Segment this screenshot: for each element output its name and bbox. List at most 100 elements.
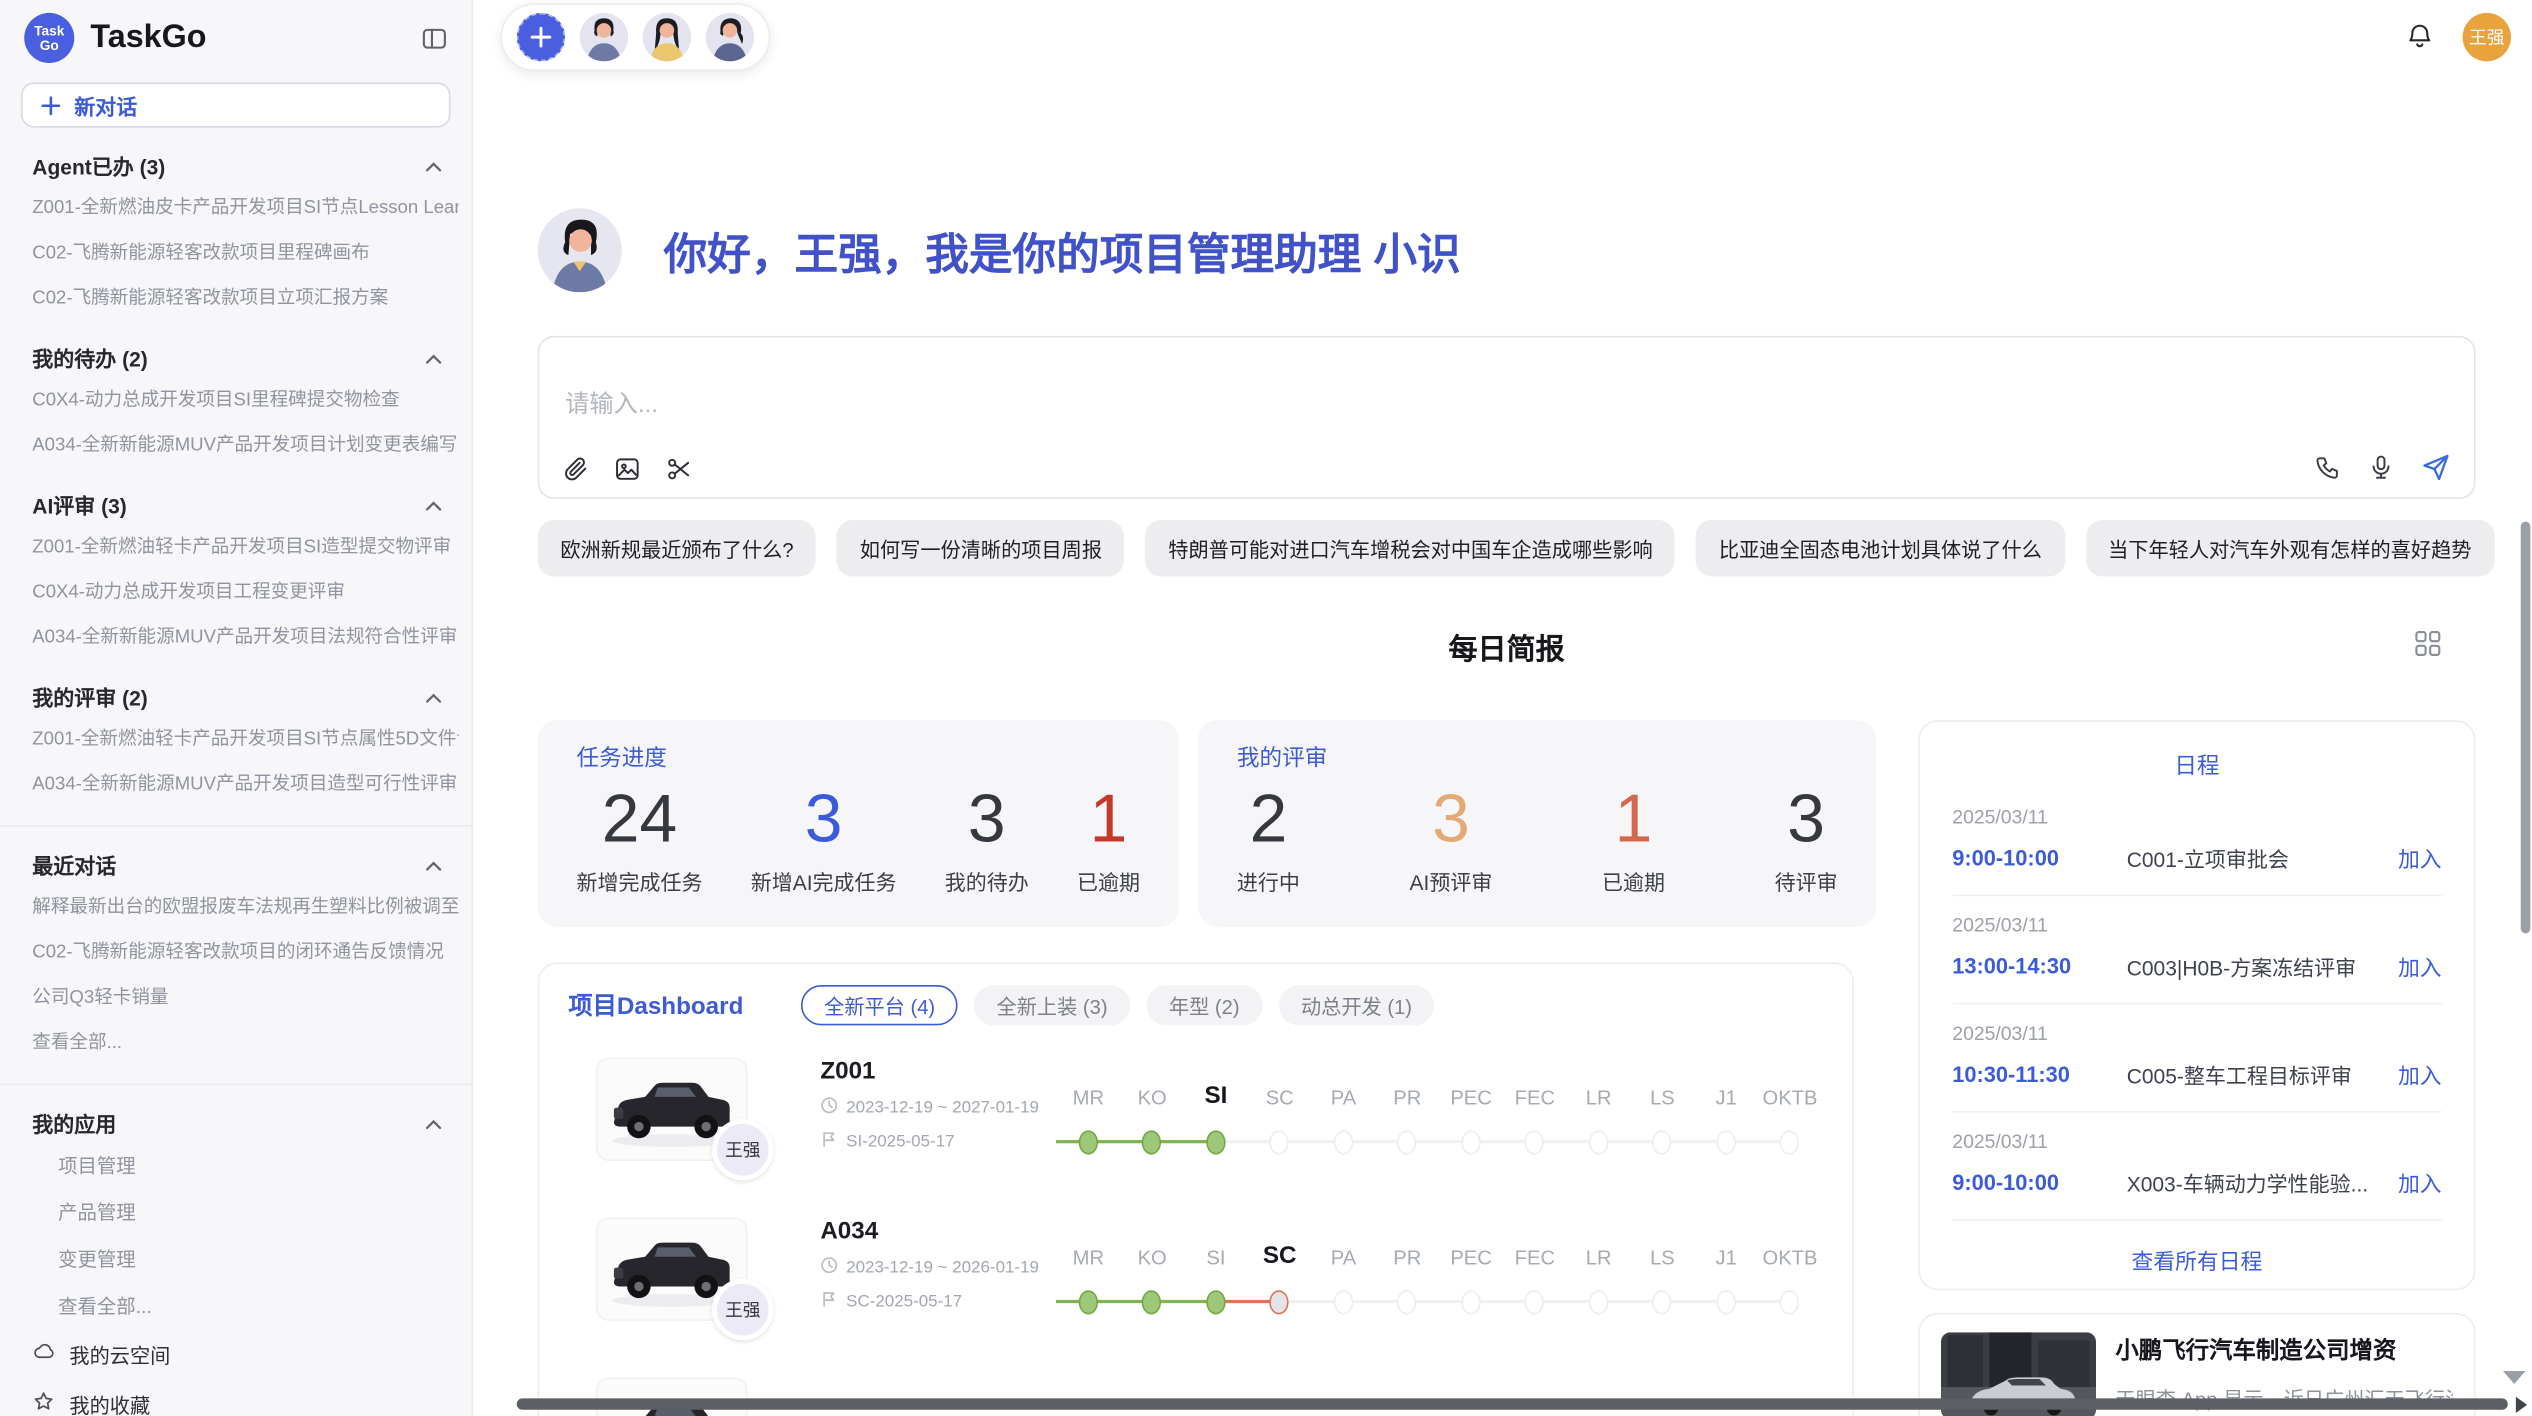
avatar[interactable] bbox=[580, 12, 628, 60]
view-all-schedule-link[interactable]: 查看所有日程 bbox=[1952, 1221, 2441, 1299]
milestone-dot bbox=[1270, 1130, 1289, 1154]
stat-value: 3 bbox=[1410, 780, 1493, 858]
stat-label: 已逾期 bbox=[1602, 866, 1665, 897]
event-row: 13:00-14:30C003|H0B-方案冻结评审加入 bbox=[1952, 950, 2441, 982]
suggestion-chip[interactable]: 欧洲新规最近颁布了什么? bbox=[538, 520, 816, 577]
stat-value: 1 bbox=[1602, 780, 1665, 858]
schedule-item[interactable]: 2025/03/1113:00-14:30C003|H0B-方案冻结评审加入 bbox=[1952, 896, 2441, 1004]
event-date: 2025/03/11 bbox=[1952, 1130, 2441, 1153]
join-link[interactable]: 加入 bbox=[2398, 841, 2442, 873]
sidebar-item[interactable]: 查看全部... bbox=[58, 1282, 458, 1329]
sidebar-item[interactable]: C02-飞腾新能源轻客改款项目里程碑画布 bbox=[32, 229, 458, 274]
stat-label: 已逾期 bbox=[1077, 866, 1140, 897]
sidebar-item[interactable]: 项目管理 bbox=[58, 1142, 458, 1189]
vertical-scrollbar[interactable] bbox=[2521, 522, 2531, 934]
scroll-right-arrow-icon[interactable] bbox=[2516, 1397, 2527, 1413]
dashboard-tab[interactable]: 全新平台 (4) bbox=[802, 985, 958, 1025]
stat-card: 任务进度24新增完成任务3新增AI完成任务3我的待办1已逾期 bbox=[538, 720, 1179, 927]
sidebar-item[interactable]: 产品管理 bbox=[58, 1188, 458, 1235]
stats-row: 任务进度24新增完成任务3新增AI完成任务3我的待办1已逾期我的评审2进行中3A… bbox=[538, 720, 1877, 927]
milestone-dot bbox=[1589, 1130, 1608, 1154]
section-header[interactable]: AI评审 (3) bbox=[32, 489, 442, 520]
flag-icon bbox=[820, 1130, 838, 1153]
input-toolbar-right bbox=[2314, 452, 2451, 483]
project-thumbnail: 王强 bbox=[596, 1218, 748, 1321]
milestone-dot bbox=[1270, 1290, 1289, 1314]
milestone-dot bbox=[1589, 1290, 1608, 1314]
project-dates: 2023-12-19 ~ 2027-01-19 bbox=[820, 1096, 1046, 1119]
scissors-icon[interactable] bbox=[665, 455, 692, 482]
dashboard-tab[interactable]: 年型 (2) bbox=[1146, 985, 1262, 1025]
stat-value: 1 bbox=[1077, 780, 1140, 858]
stat-label: 我的待办 bbox=[945, 866, 1029, 897]
new-chat-button[interactable]: 新对话 bbox=[21, 82, 451, 127]
horizontal-scrollbar[interactable] bbox=[517, 1398, 2508, 1409]
join-link[interactable]: 加入 bbox=[2398, 950, 2442, 982]
sidebar-item[interactable]: C02-飞腾新能源轻客改款项目立项汇报方案 bbox=[32, 275, 458, 320]
dashboard-tab[interactable]: 全新上装 (3) bbox=[974, 985, 1130, 1025]
schedule-item[interactable]: 2025/03/1110:30-11:30C005-整车工程目标评审加入 bbox=[1952, 1004, 2441, 1112]
section-header[interactable]: 我的应用 bbox=[32, 1108, 442, 1139]
send-icon[interactable] bbox=[2421, 452, 2452, 483]
milestone-dot bbox=[1716, 1290, 1735, 1314]
stat-item: 24新增完成任务 bbox=[576, 780, 702, 897]
add-member-button[interactable] bbox=[517, 12, 565, 60]
sidebar-item-label: 我的云空间 bbox=[69, 1339, 170, 1370]
sidebar-item-cloud[interactable]: 我的云空间 bbox=[32, 1329, 439, 1379]
sidebar-item[interactable]: Z001-全新燃油皮卡产品开发项目SI节点Lesson Learn报告 bbox=[32, 184, 458, 229]
sidebar-item[interactable]: A034-全新新能源MUV产品开发项目法规符合性评审 bbox=[32, 614, 458, 659]
sidebar-item[interactable]: C0X4-动力总成开发项目SI里程碑提交物检查 bbox=[32, 376, 458, 421]
sidebar-header: Task Go TaskGo bbox=[0, 0, 472, 63]
stat-grid: 24新增完成任务3新增AI完成任务3我的待办1已逾期 bbox=[576, 780, 1140, 897]
image-icon[interactable] bbox=[614, 455, 641, 482]
milestone-dot bbox=[1078, 1130, 1097, 1154]
scroll-down-arrow-icon[interactable] bbox=[2503, 1371, 2526, 1384]
sidebar-collapse-icon[interactable] bbox=[420, 23, 449, 52]
chat-input[interactable] bbox=[562, 383, 2451, 444]
event-time: 13:00-14:30 bbox=[1952, 954, 2126, 978]
date-range: 2023-12-19 ~ 2027-01-19 bbox=[846, 1098, 1039, 1117]
sidebar-item[interactable]: 公司Q3轻卡销量 bbox=[32, 974, 458, 1019]
section-header[interactable]: Agent已办 (3) bbox=[32, 150, 442, 181]
sidebar-item[interactable]: 查看全部... bbox=[32, 1019, 458, 1064]
sidebar-item[interactable]: Z001-全新燃油轻卡产品开发项目SI造型提交物评审 bbox=[32, 523, 458, 568]
milestone-label: LR bbox=[1566, 1247, 1631, 1270]
sidebar-item[interactable]: 变更管理 bbox=[58, 1235, 458, 1282]
suggestion-chip[interactable]: 如何写一份清晰的项目周报 bbox=[837, 520, 1124, 577]
grid-layout-icon[interactable] bbox=[2414, 630, 2441, 657]
milestone-dot bbox=[1142, 1130, 1161, 1154]
user-avatar[interactable]: 王强 bbox=[2463, 12, 2511, 60]
project-list: 王强Z0012023-12-19 ~ 2027-01-19SI-2025-05-… bbox=[568, 1058, 1836, 1416]
join-link[interactable]: 加入 bbox=[2398, 1058, 2442, 1090]
milestone-label: KO bbox=[1120, 1247, 1185, 1270]
section-header[interactable]: 我的待办 (2) bbox=[32, 342, 442, 373]
sidebar-item-bookmark[interactable]: 我的收藏 bbox=[32, 1379, 439, 1416]
attachment-icon[interactable] bbox=[562, 455, 589, 482]
join-link[interactable]: 加入 bbox=[2398, 1166, 2442, 1198]
section-header[interactable]: 我的评审 (2) bbox=[32, 681, 442, 712]
sidebar-item[interactable]: C0X4-动力总成开发项目工程变更评审 bbox=[32, 568, 458, 613]
sidebar-item[interactable]: C02-飞腾新能源轻客改款项目的闭环通告反馈情况 bbox=[32, 929, 458, 974]
microphone-icon[interactable] bbox=[2367, 454, 2394, 481]
sidebar-item[interactable]: Z001-全新燃油轻卡产品开发项目SI节点属性5D文件评审 bbox=[32, 715, 458, 760]
schedule-item[interactable]: 2025/03/119:00-10:00X003-车辆动力学性能验...加入 bbox=[1952, 1113, 2441, 1221]
avatar[interactable] bbox=[706, 12, 754, 60]
notification-bell-icon[interactable] bbox=[2404, 21, 2435, 52]
avatar: 王强 bbox=[712, 1119, 773, 1180]
chevron-up-icon bbox=[425, 346, 443, 370]
suggestion-chip[interactable]: 比亚迪全固态电池计划具体说了什么 bbox=[1696, 520, 2064, 577]
suggestion-chip[interactable]: 当下年轻人对汽车外观有怎样的喜好趋势 bbox=[2086, 520, 2495, 577]
project-flag: SC-2025-05-17 bbox=[820, 1290, 1046, 1313]
schedule-item[interactable]: 2025/03/119:00-10:00C001-立项审批会加入 bbox=[1952, 788, 2441, 896]
event-title: X003-车辆动力学性能验... bbox=[2127, 1167, 2398, 1198]
sidebar-item[interactable]: A034-全新新能源MUV产品开发项目造型可行性评审 bbox=[32, 761, 458, 806]
phone-icon[interactable] bbox=[2314, 454, 2341, 481]
avatar[interactable] bbox=[643, 12, 691, 60]
sidebar-item[interactable]: 解释最新出台的欧盟报废车法规再生塑料比例被调至15%... bbox=[32, 883, 458, 928]
sidebar-item[interactable]: A034-全新新能源MUV产品开发项目计划变更表编写 bbox=[32, 421, 458, 466]
section-header[interactable]: 最近对话 bbox=[32, 849, 442, 880]
chevron-up-icon bbox=[425, 153, 443, 177]
member-avatars bbox=[580, 12, 754, 60]
suggestion-chip[interactable]: 特朗普可能对进口汽车增税会对中国车企造成哪些影响 bbox=[1146, 520, 1676, 577]
dashboard-tab[interactable]: 动总开发 (1) bbox=[1278, 985, 1434, 1025]
